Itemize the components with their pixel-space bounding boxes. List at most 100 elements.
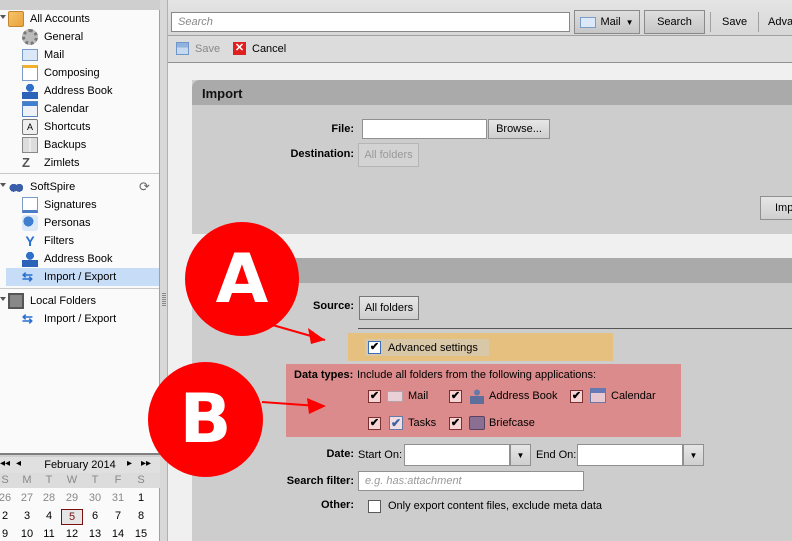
end-date-picker-button[interactable]: ▼	[683, 444, 704, 466]
divider	[0, 288, 159, 289]
mail-icon	[22, 49, 38, 61]
calendar-day[interactable]: 3	[16, 509, 38, 525]
calendar-day[interactable]: 11	[38, 527, 60, 541]
sidebar-item-address-book[interactable]: Address Book	[22, 82, 112, 100]
weekday-label: S	[137, 474, 145, 486]
end-date-input[interactable]	[577, 444, 683, 466]
source-button[interactable]: All folders	[359, 296, 419, 320]
advanced-settings-checkbox[interactable]: ✔	[368, 341, 381, 354]
start-date-input[interactable]	[404, 444, 510, 466]
next-year-icon[interactable]: ▸▸	[141, 458, 151, 469]
account-icon	[8, 179, 24, 195]
next-month-icon[interactable]: ▸	[127, 458, 132, 469]
calendar-checkbox[interactable]: ✔	[570, 390, 583, 403]
calendar-day[interactable]: 30	[84, 491, 106, 507]
divider	[710, 12, 711, 32]
calendar-month-label: February 2014	[44, 459, 116, 471]
chevron-down-icon: ▼	[689, 450, 698, 460]
sidebar-item-import-export[interactable]: ⇆ Import / Export	[6, 268, 159, 286]
sidebar-item-backups[interactable]: Backups	[22, 136, 86, 154]
weekday-label: T	[91, 474, 99, 486]
advanced-search-button[interactable]: Adva	[768, 16, 792, 28]
mail-checkbox[interactable]: ✔	[368, 390, 381, 403]
save-label: Save	[195, 42, 221, 55]
end-on-label: End On:	[536, 449, 577, 461]
prev-month-icon[interactable]: ◂	[16, 458, 21, 469]
sidebar-item-label: Import / Export	[44, 313, 117, 325]
save-search-button[interactable]: Save	[722, 16, 747, 28]
sidebar-item-address-book-2[interactable]: Address Book	[22, 250, 112, 268]
sidebar-item-filters[interactable]: Y Filters	[22, 232, 74, 250]
sidebar-item-signatures[interactable]: Signatures	[22, 196, 97, 214]
address-book-checkbox[interactable]: ✔	[449, 390, 462, 403]
calendar-day[interactable]: 13	[84, 527, 106, 541]
collapse-arrow-icon[interactable]	[0, 297, 6, 301]
tree-label: Local Folders	[30, 295, 97, 307]
calendar-day[interactable]: 27	[16, 491, 38, 507]
tree-softspire[interactable]: SoftSpire	[8, 178, 75, 196]
sidebar-item-composing[interactable]: Composing	[22, 64, 100, 82]
date-label: Date:	[326, 448, 354, 460]
sidebar-item-shortcuts[interactable]: A Shortcuts	[22, 118, 90, 136]
sidebar-item-local-import-export[interactable]: ⇆ Import / Export	[22, 310, 116, 328]
calendar-day[interactable]: 12	[61, 527, 83, 541]
content-only-checkbox[interactable]	[368, 500, 381, 513]
collapse-arrow-icon[interactable]	[0, 15, 6, 19]
other-label: Other:	[321, 499, 354, 511]
file-label: File:	[331, 123, 354, 135]
address-book-icon	[22, 83, 38, 99]
start-date-picker-button[interactable]: ▼	[510, 444, 531, 466]
filters-icon: Y	[25, 233, 35, 249]
calendar-day[interactable]: 6	[84, 509, 106, 525]
sidebar-item-general[interactable]: General	[22, 28, 83, 46]
cancel-button[interactable]: ✕ Cancel	[233, 42, 286, 55]
compose-icon	[22, 65, 38, 81]
cancel-label: Cancel	[252, 42, 287, 55]
calendar-day[interactable]: 14	[107, 527, 129, 541]
calendar-day[interactable]: 9	[0, 527, 16, 541]
calendar-day[interactable]: 29	[61, 491, 83, 507]
calendar-day[interactable]: 15	[130, 527, 152, 541]
tasks-checkbox[interactable]: ✔	[368, 417, 381, 430]
search-scope-dropdown[interactable]: Mail ▼	[574, 10, 640, 34]
destination-button[interactable]: All folders	[358, 143, 419, 167]
tree-all-accounts[interactable]: All Accounts	[8, 10, 90, 28]
calendar-day[interactable]: 28	[38, 491, 60, 507]
import-button[interactable]: Imp	[760, 196, 792, 220]
calendar-day[interactable]: 4	[38, 509, 60, 525]
sidebar-item-personas[interactable]: Personas	[22, 214, 90, 232]
tree-local-folders[interactable]: Local Folders	[8, 292, 96, 310]
collapse-arrow-icon[interactable]	[0, 183, 6, 187]
calendar-day[interactable]: 10	[16, 527, 38, 541]
divider	[758, 12, 759, 32]
sidebar-item-label: Shortcuts	[44, 121, 91, 133]
calendar-day[interactable]: 7	[107, 509, 129, 525]
weekday-label: F	[114, 474, 122, 486]
weekday-label: W	[66, 474, 78, 486]
source-label: Source:	[313, 300, 354, 312]
splitter-grip-icon[interactable]	[162, 293, 166, 307]
search-filter-input[interactable]: e.g. has:attachment	[358, 471, 584, 491]
sidebar: All Accounts General Mail Composing Addr…	[0, 10, 160, 455]
calendar-day[interactable]: 1	[130, 491, 152, 507]
calendar-type-label: Calendar	[611, 390, 656, 402]
gear-icon	[22, 29, 38, 45]
sidebar-item-mail[interactable]: Mail	[22, 46, 64, 64]
browse-button[interactable]: Browse...	[488, 119, 550, 139]
sidebar-item-calendar[interactable]: Calendar	[22, 100, 89, 118]
tasks-type-label: Tasks	[408, 417, 437, 429]
file-input[interactable]	[362, 119, 487, 139]
search-filter-label: Search filter:	[286, 475, 354, 487]
sidebar-item-zimlets[interactable]: Z Zimlets	[22, 154, 79, 172]
calendar-day[interactable]: 2	[0, 509, 16, 525]
search-input[interactable]: Search	[171, 12, 570, 32]
calendar-day[interactable]: 8	[130, 509, 152, 525]
prev-year-icon[interactable]: ◂◂	[0, 458, 10, 469]
save-button[interactable]: Save	[176, 42, 220, 55]
refresh-icon[interactable]: ⟳	[139, 179, 150, 195]
briefcase-checkbox[interactable]: ✔	[449, 417, 462, 430]
search-button[interactable]: Search	[644, 10, 705, 34]
calendar-day[interactable]: 26	[0, 491, 16, 507]
calendar-day[interactable]: 31	[107, 491, 129, 507]
calendar-day[interactable]: 5	[61, 509, 83, 525]
